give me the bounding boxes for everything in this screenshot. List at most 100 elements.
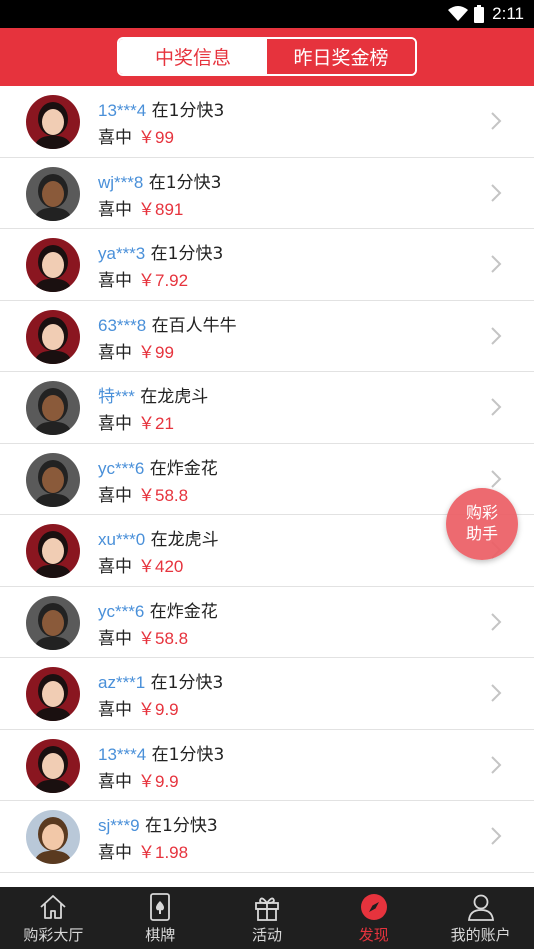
prize-amount: ￥891 <box>138 199 184 219</box>
prize-prefix: 喜中 <box>98 342 132 363</box>
prize-prefix: 喜中 <box>98 771 132 792</box>
winner-game: 在百人牛牛 <box>151 315 237 336</box>
prize-amount: ￥99 <box>138 342 174 362</box>
fab-label-line1: 购彩 <box>465 503 498 522</box>
winner-row[interactable]: 63***8 在百人牛牛 喜中 ￥99 <box>0 300 534 372</box>
winner-row[interactable]: wj***8 在1分快3 喜中 ￥891 <box>0 157 534 229</box>
chevron-right-icon <box>491 684 502 702</box>
winner-username: ya***3 <box>98 244 146 263</box>
winner-info: 13***4 在1分快3 <box>98 96 224 121</box>
winner-username: 13***4 <box>98 101 147 120</box>
prize-prefix: 喜中 <box>98 628 132 649</box>
man-avatar <box>26 166 80 221</box>
compass-icon <box>360 894 387 920</box>
user-icon <box>467 894 494 921</box>
tab-yesterday-ranking[interactable]: 昨日奖金榜 <box>267 39 415 74</box>
tab-lottery-hall[interactable]: 购彩大厅 <box>0 887 107 949</box>
winner-info: sj***9 在1分快3 <box>98 811 218 836</box>
prize-amount: ￥9.9 <box>138 700 179 719</box>
woman-avatar <box>26 738 80 793</box>
man-avatar <box>26 452 80 507</box>
prize-amount: ￥420 <box>138 557 184 576</box>
child-avatar <box>26 810 80 864</box>
prize-prefix: 喜中 <box>98 128 132 148</box>
prize-amount: ￥58.8 <box>138 628 189 648</box>
segmented-control: 中奖信息 昨日奖金榜 <box>117 37 417 76</box>
winner-row[interactable]: 13***4 在1分快3 喜中 ￥9.9 <box>0 729 534 801</box>
tab-discover[interactable]: 发现 <box>320 887 427 949</box>
winner-row[interactable]: 特*** 在龙虎斗 喜中 ￥21 <box>0 372 534 444</box>
winner-username: sj***9 <box>98 816 140 835</box>
winner-row[interactable]: sj***9 在1分快3 喜中 ￥1.98 <box>0 801 534 873</box>
winner-prize: 喜中 ￥7.92 <box>98 266 188 291</box>
tab-label: 活动 <box>251 926 282 944</box>
prize-amount: ￥21 <box>138 414 174 433</box>
woman-avatar <box>26 524 80 578</box>
prize-amount: ￥99 <box>138 128 174 147</box>
winner-game: 在1分快3 <box>145 816 218 836</box>
winner-username: yc***6 <box>98 601 145 621</box>
winner-prize: 喜中 ￥9.9 <box>98 695 179 720</box>
winner-row[interactable]: yc***6 在炸金花 喜中 ￥58.8 <box>0 586 534 658</box>
prize-prefix: 喜中 <box>98 843 132 863</box>
chevron-right-icon <box>491 326 502 345</box>
tab-chess-cards[interactable]: 棋牌 <box>107 887 214 949</box>
winner-username: 特*** <box>98 387 135 406</box>
woman-avatar <box>26 238 80 292</box>
winner-game: 在1分快3 <box>148 172 222 193</box>
winner-info: ya***3 在1分快3 <box>98 239 223 264</box>
prize-amount: ￥58.8 <box>138 485 189 505</box>
prize-prefix: 喜中 <box>98 700 132 720</box>
fab-label-line2: 助手 <box>465 524 498 543</box>
wifi-icon <box>448 6 468 21</box>
winner-list: 13***4 在1分快3 喜中 ￥99 wj***8 在1分快3 喜中 ￥891 ya***… <box>0 86 534 887</box>
winner-prize: 喜中 ￥58.8 <box>98 481 188 506</box>
winner-username: 63***8 <box>98 315 147 335</box>
prize-prefix: 喜中 <box>98 557 132 577</box>
chevron-right-icon <box>491 398 502 416</box>
tab-activities[interactable]: 活动 <box>214 887 321 949</box>
chevron-right-icon <box>491 112 502 130</box>
winner-game: 在龙虎斗 <box>140 387 209 407</box>
winner-prize: 喜中 ￥99 <box>98 338 174 363</box>
prize-amount: ￥7.92 <box>138 271 189 290</box>
tab-winning-info[interactable]: 中奖信息 <box>119 39 267 74</box>
winner-game: 在炸金花 <box>149 601 218 622</box>
winner-username: 13***4 <box>98 744 147 764</box>
chevron-right-icon <box>491 755 502 774</box>
winner-username: wj***8 <box>98 172 144 192</box>
woman-avatar <box>26 309 80 364</box>
winner-row[interactable]: ya***3 在1分快3 喜中 ￥7.92 <box>0 229 534 301</box>
winner-game: 在炸金花 <box>149 458 218 479</box>
winner-username: xu***0 <box>98 530 146 549</box>
battery-icon <box>474 5 484 23</box>
winner-game: 在1分快3 <box>150 673 224 693</box>
winner-game: 在1分快3 <box>150 244 224 264</box>
winner-row[interactable]: 13***4 在1分快3 喜中 ￥99 <box>0 86 534 158</box>
winner-game: 在1分快3 <box>151 101 225 121</box>
header: 中奖信息 昨日奖金榜 <box>0 28 534 86</box>
prize-amount: ￥1.98 <box>138 843 189 862</box>
winner-username: yc***6 <box>98 458 145 478</box>
chevron-right-icon <box>491 827 502 845</box>
chevron-right-icon <box>491 255 502 273</box>
tab-label: 购彩大厅 <box>23 926 84 944</box>
winner-game: 在1分快3 <box>151 744 225 765</box>
winner-info: xu***0 在龙虎斗 <box>98 525 219 550</box>
purchase-assistant-button[interactable]: 购彩 助手 <box>446 488 518 560</box>
winner-info: 63***8 在百人牛牛 <box>98 311 237 336</box>
winner-prize: 喜中 ￥58.8 <box>98 624 188 649</box>
tab-label: 发现 <box>358 926 389 944</box>
winner-game: 在龙虎斗 <box>150 530 219 550</box>
winner-prize: 喜中 ￥9.9 <box>98 767 179 792</box>
status-bar: 2:11 <box>0 0 534 28</box>
woman-avatar <box>26 667 80 721</box>
winner-username: az***1 <box>98 673 146 692</box>
man-avatar <box>26 595 80 650</box>
prize-prefix: 喜中 <box>98 485 132 506</box>
home-icon <box>40 895 66 919</box>
tab-my-account[interactable]: 我的账户 <box>427 887 534 949</box>
bottom-tab-bar: 购彩大厅 棋牌 活动 发现 我的账户 <box>0 887 534 949</box>
woman-avatar <box>26 95 80 149</box>
winner-row[interactable]: az***1 在1分快3 喜中 ￥9.9 <box>0 658 534 730</box>
